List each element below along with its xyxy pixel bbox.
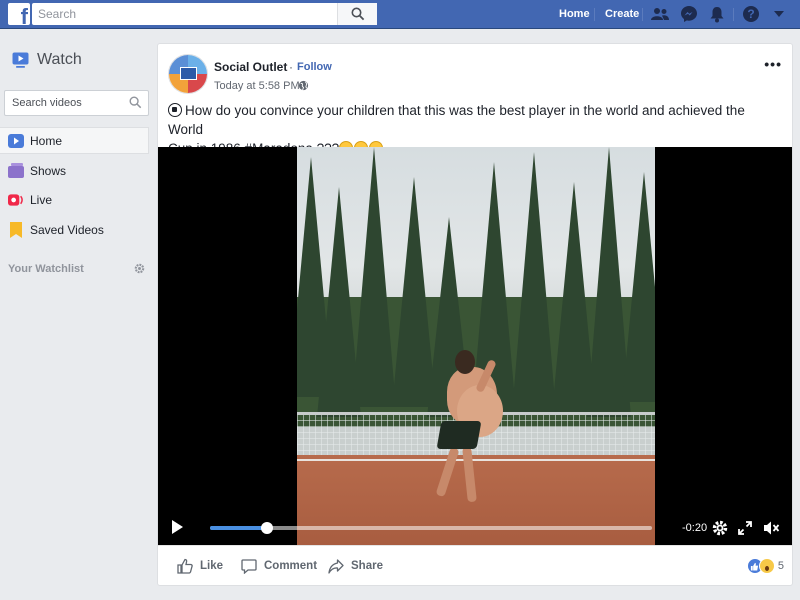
thumbs-up-icon [176, 557, 194, 575]
follow-button[interactable]: Follow [297, 61, 332, 73]
like-label: Like [200, 560, 224, 572]
home-link[interactable]: Home [559, 8, 590, 20]
sidebar-item-live[interactable]: Live [0, 186, 149, 213]
post-text-line1: How do you convince your children that t… [168, 103, 745, 137]
bookmark-icon [8, 221, 24, 238]
sidebar-item-home[interactable]: Home [0, 127, 149, 154]
seek-handle[interactable] [261, 522, 274, 534]
live-icon [8, 192, 24, 208]
seek-bar[interactable] [210, 522, 652, 534]
video-controls: -0:20 [158, 509, 792, 545]
search-bar [32, 3, 377, 25]
dropdown-arrow-icon[interactable] [769, 4, 789, 24]
search-icon[interactable] [129, 96, 142, 109]
tree [352, 147, 396, 407]
tree [512, 152, 556, 412]
seek-progress [210, 526, 268, 530]
share-button[interactable]: Share [327, 557, 383, 575]
comment-button[interactable]: Comment [240, 557, 317, 575]
tree [622, 172, 655, 402]
comment-icon [240, 557, 258, 575]
top-navigation-bar: f Home Create ? [0, 0, 800, 29]
play-icon [8, 133, 24, 149]
share-arrow-icon [327, 557, 345, 575]
watch-header[interactable]: Watch [12, 51, 82, 69]
create-link[interactable]: Create [605, 8, 639, 20]
fullscreen-icon[interactable] [736, 519, 754, 537]
nav-divider [642, 8, 643, 21]
like-button[interactable]: Like [176, 557, 223, 575]
sidebar-item-shows[interactable]: Shows [0, 157, 149, 184]
globe-icon [298, 80, 309, 91]
watch-title: Watch [37, 51, 82, 68]
search-button[interactable] [337, 3, 377, 25]
watchlist-heading: Your Watchlist [8, 263, 84, 275]
settings-gear-icon[interactable] [711, 519, 729, 537]
soccer-ball-icon [168, 103, 182, 117]
svg-text:?: ? [747, 7, 754, 21]
reaction-summary[interactable]: 5 [746, 558, 784, 574]
post-options-button[interactable]: ••• [764, 56, 782, 72]
search-input[interactable] [32, 4, 332, 24]
post-timestamp[interactable]: Today at 5:58 PM [214, 80, 300, 92]
sidebar-item-label: Saved Videos [30, 222, 104, 237]
nav-divider [594, 8, 595, 21]
gear-icon[interactable] [134, 263, 145, 274]
post-card: Social Outlet · Follow Today at 5:58 PM … [157, 43, 793, 586]
reaction-count: 5 [777, 560, 784, 572]
mute-icon[interactable] [762, 519, 780, 537]
friends-icon[interactable] [650, 4, 670, 24]
shows-icon [8, 163, 24, 179]
help-icon[interactable]: ? [741, 4, 761, 24]
nav-divider [733, 8, 734, 21]
video-search-input[interactable] [5, 91, 123, 115]
share-label: Share [351, 560, 383, 572]
time-remaining: -0:20 [682, 522, 708, 534]
video-frame [297, 147, 655, 545]
court-line [297, 459, 655, 461]
player-head [455, 350, 475, 374]
comment-label: Comment [264, 560, 318, 572]
search-icon [351, 7, 364, 21]
separator-dot: · [289, 60, 293, 74]
video-search-box [4, 90, 149, 116]
messenger-icon[interactable] [679, 4, 699, 24]
sidebar-item-label: Shows [30, 163, 67, 178]
play-button[interactable] [172, 520, 183, 534]
post-action-bar: Like Comment Share 5 [158, 545, 792, 585]
logo-letter: f [20, 4, 28, 26]
facebook-logo[interactable]: f [8, 3, 30, 25]
player-shorts [436, 421, 482, 449]
sidebar-item-label: Home [30, 133, 63, 148]
page-avatar[interactable] [168, 54, 208, 94]
watch-icon [12, 52, 29, 68]
page-name-link[interactable]: Social Outlet [214, 60, 287, 74]
wow-reaction-icon [758, 558, 775, 574]
sidebar-item-label: Live [30, 192, 53, 207]
notifications-icon[interactable] [707, 4, 727, 24]
video-player[interactable]: -0:20 [158, 147, 792, 545]
sidebar-item-saved-videos[interactable]: Saved Videos [0, 216, 149, 243]
